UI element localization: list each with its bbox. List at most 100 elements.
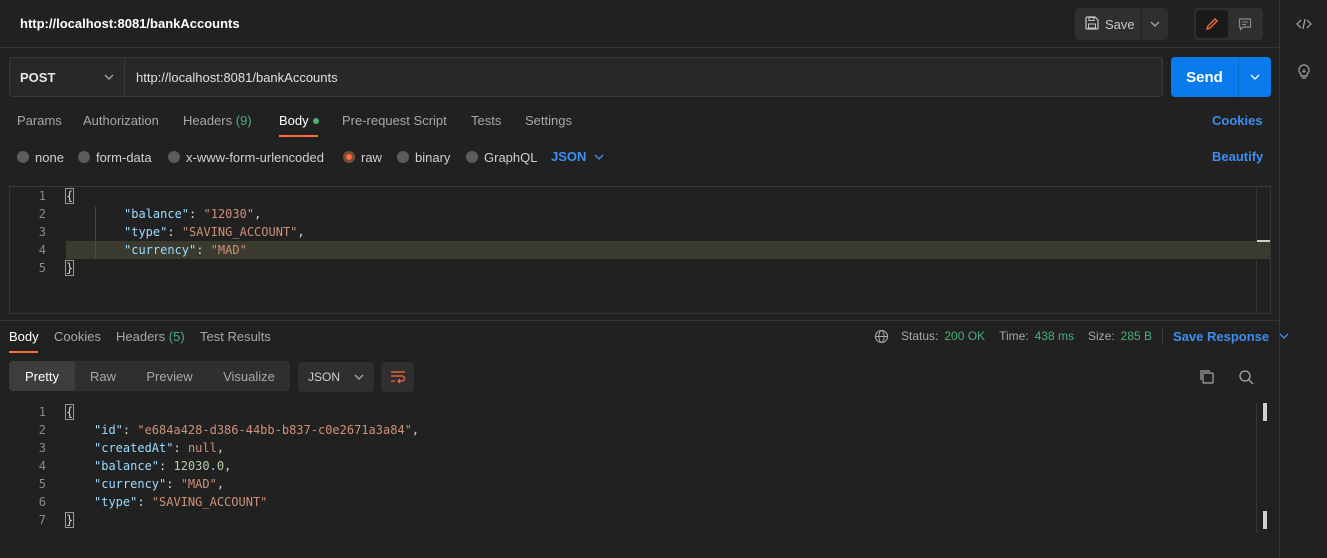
save-options-button[interactable]: [1142, 8, 1168, 40]
request-title[interactable]: http://localhost:8081/bankAccounts: [20, 16, 240, 31]
wrap-lines-button[interactable]: [381, 362, 414, 392]
view-preview-button[interactable]: Preview: [131, 361, 208, 391]
time-value[interactable]: 438 ms: [1035, 329, 1074, 343]
code-snippet-icon[interactable]: [1294, 14, 1314, 34]
response-format-select[interactable]: JSON: [298, 362, 374, 392]
send-options-button[interactable]: [1239, 57, 1271, 97]
size-label: Size:: [1087, 329, 1115, 343]
globe-icon[interactable]: [874, 329, 889, 344]
status-value[interactable]: 200 OK: [944, 329, 985, 343]
line-number: 1: [38, 189, 46, 203]
request-scrollbar-track[interactable]: [1256, 187, 1257, 313]
tab-headers-label: Headers: [183, 113, 233, 128]
line-number: 3: [38, 441, 46, 455]
save-response-button[interactable]: Save Response: [1173, 329, 1269, 344]
cookies-link[interactable]: Cookies: [1212, 113, 1263, 128]
pencil-icon: [1205, 18, 1218, 31]
tab-params[interactable]: Params: [17, 113, 62, 128]
json-brace: }: [64, 512, 75, 528]
headers-count: (9): [235, 113, 252, 128]
body-type-form-data[interactable]: form-data: [78, 149, 152, 165]
tab-authorization[interactable]: Authorization: [83, 113, 159, 128]
active-tab-underline: [279, 135, 318, 137]
line-number: 5: [38, 261, 46, 275]
tab-settings[interactable]: Settings: [525, 113, 572, 128]
lightbulb-icon[interactable]: [1294, 62, 1314, 82]
pane-divider[interactable]: [0, 320, 1279, 321]
code-line: "id": "e684a428-d386-44bb-b837-c0e2671a3…: [94, 423, 420, 437]
code-line: {: [64, 188, 75, 204]
response-tab-headers[interactable]: Headers (5): [116, 329, 185, 344]
body-type-none[interactable]: none: [17, 149, 64, 165]
code-line: "balance": 12030.0,: [94, 459, 232, 473]
beautify-button[interactable]: Beautify: [1212, 149, 1263, 164]
response-headers-label: Headers: [116, 329, 166, 344]
line-number: 5: [38, 477, 46, 491]
response-tab-body[interactable]: Body: [9, 329, 39, 344]
chevron-down-icon: [354, 374, 364, 380]
response-headers-count: (5): [168, 329, 185, 344]
code-line: {: [64, 404, 75, 420]
body-format-select[interactable]: JSON: [551, 149, 604, 164]
radio-selected-icon: [343, 151, 355, 163]
json-brace: }: [64, 260, 75, 276]
body-type-binary[interactable]: binary: [397, 149, 450, 165]
code-line: }: [64, 260, 75, 276]
body-type-urlencoded[interactable]: x-www-form-urlencoded: [168, 149, 324, 165]
line-number: 7: [38, 513, 46, 527]
send-button-group: Send: [1171, 57, 1271, 97]
json-key: "currency": [124, 243, 197, 257]
response-code[interactable]: 1 2 3 4 5 6 7 { "id": "e684a428-d386-44b…: [0, 404, 1260, 535]
view-pretty-button[interactable]: Pretty: [9, 361, 75, 391]
time-label: Time:: [999, 329, 1029, 343]
tab-prerequest-script[interactable]: Pre-request Script: [342, 113, 447, 128]
json-value: "MAD": [210, 243, 247, 257]
tab-body-label: Body: [279, 113, 309, 128]
response-scrollbar-track[interactable]: [1256, 403, 1257, 533]
size-value[interactable]: 285 B: [1121, 329, 1152, 343]
radio-label: none: [35, 149, 64, 165]
request-scrollbar-marker: [1257, 240, 1270, 242]
json-value: null: [187, 441, 217, 455]
response-tab-test-results[interactable]: Test Results: [200, 329, 271, 344]
json-value: 12030.0: [173, 459, 225, 473]
comment-icon: [1239, 18, 1252, 31]
save-icon: [1085, 15, 1099, 33]
line-number: 6: [38, 495, 46, 509]
body-indicator-dot: [312, 117, 319, 124]
view-visualize-button[interactable]: Visualize: [208, 361, 290, 391]
radio-label: x-www-form-urlencoded: [186, 149, 324, 165]
json-value: "SAVING_ACCOUNT": [151, 495, 268, 509]
code-line: }: [64, 512, 75, 528]
save-button[interactable]: Save: [1075, 8, 1142, 40]
tab-headers[interactable]: Headers (9): [183, 113, 252, 128]
json-key: "id": [94, 423, 123, 437]
chevron-down-icon: [1150, 21, 1160, 27]
chevron-down-icon[interactable]: [1279, 333, 1289, 339]
search-icon[interactable]: [1238, 369, 1254, 388]
radio-label: GraphQL: [484, 149, 538, 165]
response-format-label: JSON: [308, 370, 341, 384]
method-select[interactable]: POST: [9, 57, 125, 97]
view-raw-button[interactable]: Raw: [75, 361, 131, 391]
json-value: "MAD": [180, 477, 217, 491]
copy-icon[interactable]: [1199, 369, 1215, 388]
status-label: Status:: [901, 329, 939, 343]
json-value: "e684a428-d386-44bb-b837-c0e2671a3a84": [137, 423, 412, 437]
response-scrollbar-thumb[interactable]: [1263, 403, 1267, 421]
code-line: "currency": "MAD",: [94, 477, 225, 491]
tab-tests[interactable]: Tests: [471, 113, 501, 128]
comment-mode-button[interactable]: [1230, 10, 1262, 38]
edit-mode-button[interactable]: [1196, 10, 1228, 38]
response-tab-cookies[interactable]: Cookies: [54, 329, 101, 344]
divider: [1162, 328, 1164, 344]
edit-mode-toggle: [1194, 8, 1263, 40]
response-view-toggle: Pretty Raw Preview Visualize: [9, 361, 290, 391]
send-button[interactable]: Send: [1171, 57, 1239, 97]
url-input[interactable]: http://localhost:8081/bankAccounts: [124, 57, 1163, 97]
body-type-raw[interactable]: raw: [343, 149, 382, 165]
save-label: Save: [1105, 16, 1135, 32]
tab-body[interactable]: Body: [279, 113, 319, 128]
method-label: POST: [20, 69, 56, 85]
body-type-graphql[interactable]: GraphQL: [466, 149, 537, 165]
